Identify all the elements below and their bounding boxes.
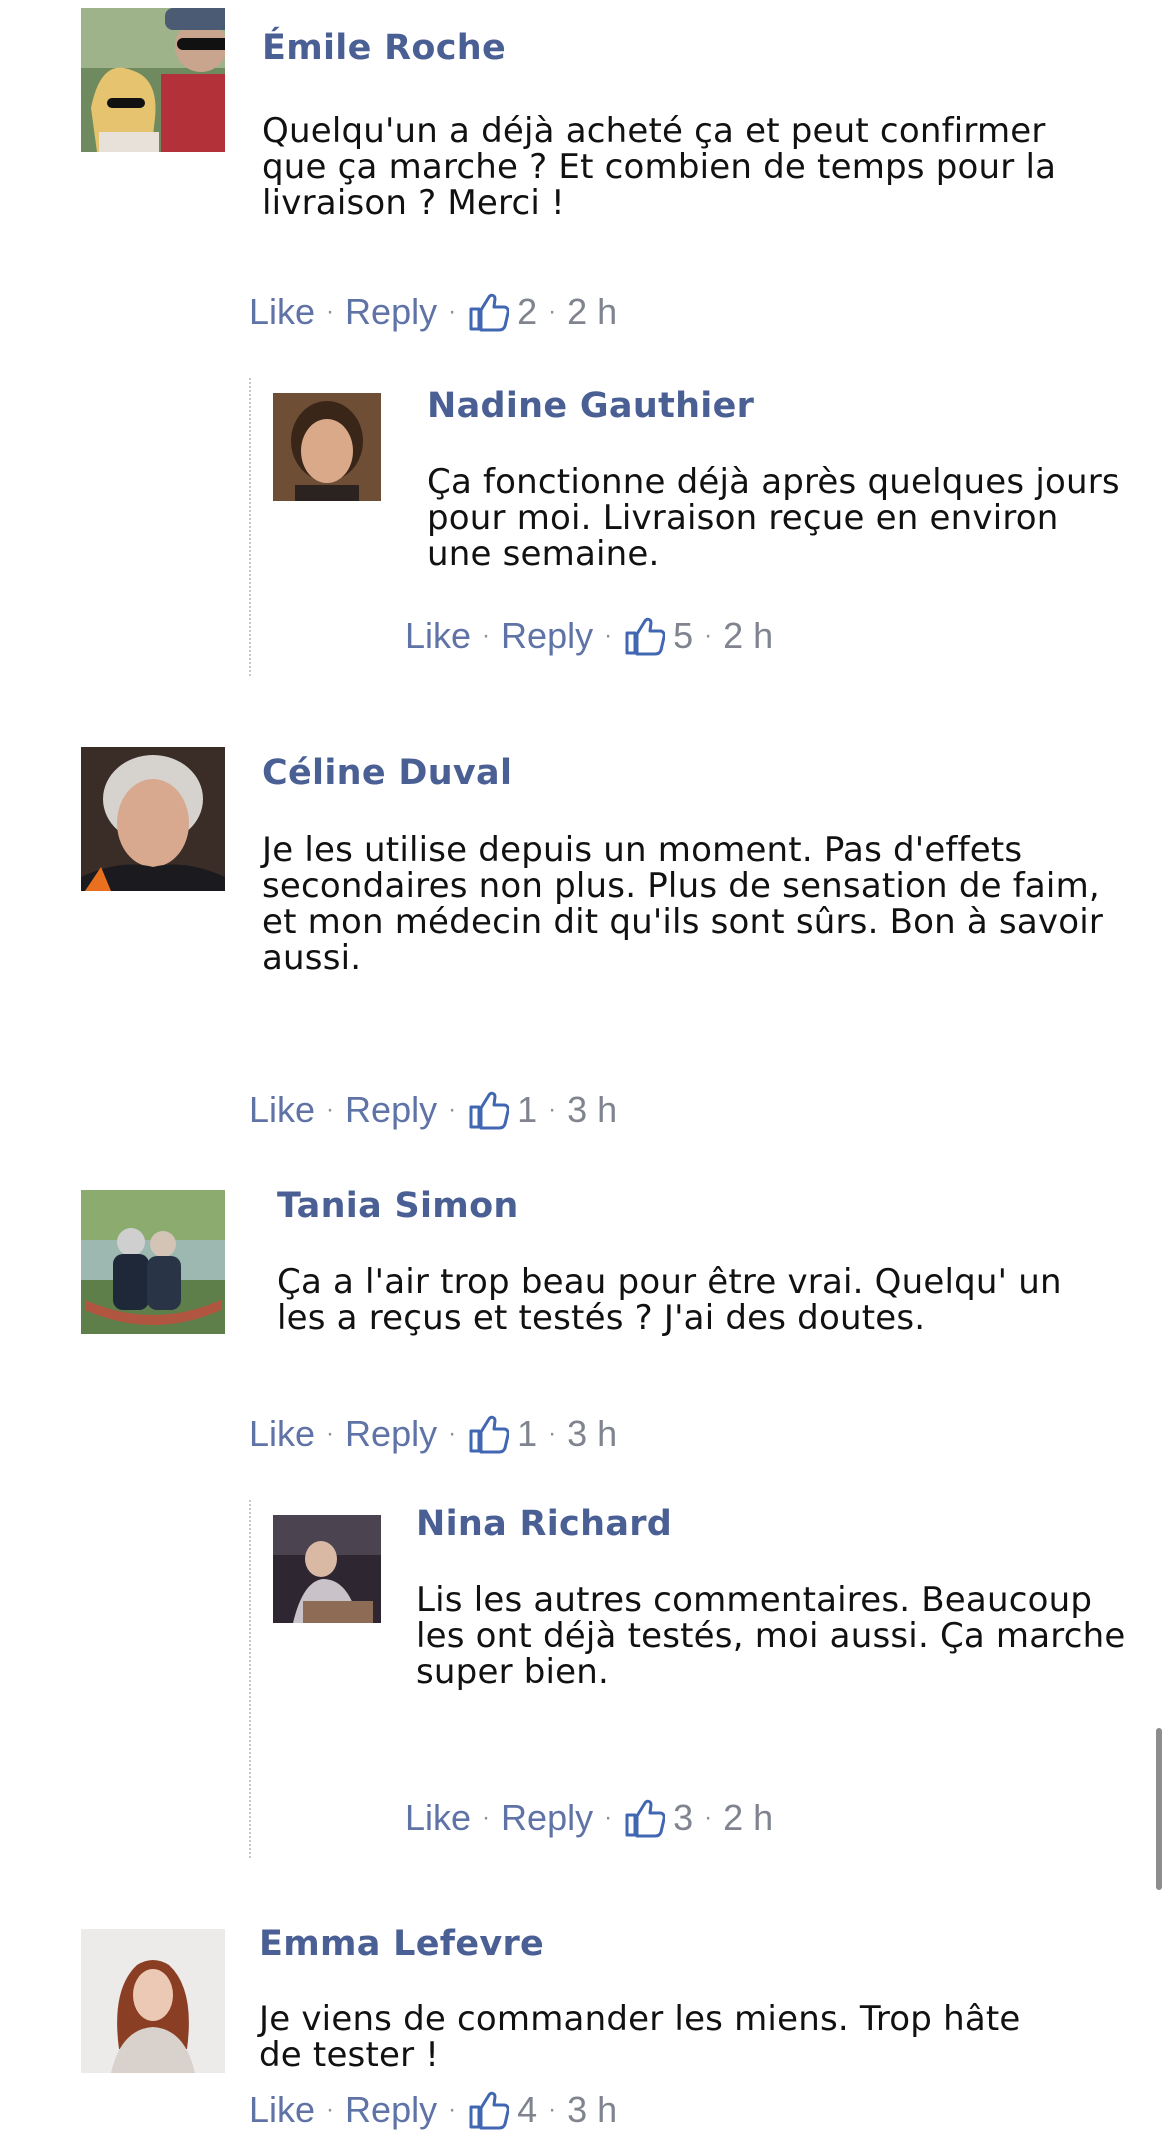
comment-author[interactable]: Emma Lefevre xyxy=(259,1924,544,1964)
avatar[interactable] xyxy=(273,393,381,501)
thumbs-up-icon xyxy=(623,615,666,657)
like-button[interactable]: Like xyxy=(249,1089,315,1131)
comment-author[interactable]: Nadine Gauthier xyxy=(427,386,754,426)
timestamp[interactable]: 3 h xyxy=(567,1089,617,1131)
comment-author[interactable]: Émile Roche xyxy=(262,28,506,68)
like-count: 4 xyxy=(517,2089,538,2130)
separator: · xyxy=(704,622,713,649)
separator: · xyxy=(326,2096,335,2123)
comment-text: Ça fonctionne déjà après quelques jours … xyxy=(427,462,1120,574)
timestamp[interactable]: 3 h xyxy=(567,2089,617,2131)
like-count: 2 xyxy=(517,291,538,332)
like-count: 1 xyxy=(517,1413,538,1454)
comment-actions: Like · Reply · 1 · 3 h xyxy=(249,1088,617,1132)
like-button[interactable]: Like xyxy=(405,615,471,657)
reply-thread-line xyxy=(249,378,251,676)
reply-button[interactable]: Reply xyxy=(345,1413,437,1455)
comment-actions: Like · Reply · 4 · 3 h xyxy=(249,2088,617,2132)
separator: · xyxy=(326,1096,335,1123)
comment-actions: Like · Reply · 2 · 2 h xyxy=(249,290,617,334)
separator: · xyxy=(448,2096,457,2123)
timestamp[interactable]: 3 h xyxy=(567,1413,617,1455)
comment-text: Je viens de commander les miens. Trop hâ… xyxy=(259,1999,1021,2075)
avatar[interactable] xyxy=(81,8,225,152)
thumbs-up-icon xyxy=(467,1089,510,1131)
reply-button[interactable]: Reply xyxy=(501,615,593,657)
comment-author[interactable]: Tania Simon xyxy=(277,1186,519,1226)
like-count: 3 xyxy=(673,1797,694,1838)
separator: · xyxy=(704,1804,713,1831)
like-button[interactable]: Like xyxy=(249,1413,315,1455)
comment-text: Quelqu'un a déjà acheté ça et peut confi… xyxy=(262,111,1057,223)
thumbs-up-icon xyxy=(467,2089,510,2131)
separator: · xyxy=(448,1096,457,1123)
avatar[interactable] xyxy=(81,1929,225,2073)
avatar[interactable] xyxy=(273,1515,381,1623)
separator: · xyxy=(448,298,457,325)
separator: · xyxy=(604,1804,613,1831)
reply-button[interactable]: Reply xyxy=(345,1089,437,1131)
avatar-photo xyxy=(81,8,225,152)
timestamp[interactable]: 2 h xyxy=(567,291,617,333)
avatar-photo xyxy=(81,1190,225,1334)
separator: · xyxy=(604,622,613,649)
reply-button[interactable]: Reply xyxy=(345,2089,437,2131)
comment-text: Je les utilise depuis un moment. Pas d'e… xyxy=(262,830,1104,978)
separator: · xyxy=(482,622,491,649)
reply-button[interactable]: Reply xyxy=(345,291,437,333)
scrollbar[interactable] xyxy=(1156,1728,1162,1890)
comment-actions: Like · Reply · 1 · 3 h xyxy=(249,1412,617,1456)
thumbs-up-icon xyxy=(467,291,510,333)
separator: · xyxy=(548,1420,557,1447)
avatar[interactable] xyxy=(81,1190,225,1334)
comment-author[interactable]: Céline Duval xyxy=(262,753,512,793)
like-button[interactable]: Like xyxy=(405,1797,471,1839)
like-button[interactable]: Like xyxy=(249,291,315,333)
separator: · xyxy=(482,1804,491,1831)
separator: · xyxy=(326,1420,335,1447)
separator: · xyxy=(548,298,557,325)
separator: · xyxy=(326,298,335,325)
separator: · xyxy=(548,2096,557,2123)
avatar[interactable] xyxy=(81,747,225,891)
avatar-photo xyxy=(81,1929,225,2073)
timestamp[interactable]: 2 h xyxy=(723,615,773,657)
comment-text: Ça a l'air trop beau pour être vrai. Que… xyxy=(277,1262,1062,1338)
separator: · xyxy=(548,1096,557,1123)
avatar-photo xyxy=(273,393,381,501)
like-count: 5 xyxy=(673,615,694,656)
comment-author[interactable]: Nina Richard xyxy=(416,1504,672,1544)
timestamp[interactable]: 2 h xyxy=(723,1797,773,1839)
comment-actions: Like · Reply · 5 · 2 h xyxy=(405,614,773,658)
thumbs-up-icon xyxy=(467,1413,510,1455)
comment-actions: Like · Reply · 3 · 2 h xyxy=(405,1796,773,1840)
avatar-photo xyxy=(81,747,225,891)
avatar-photo xyxy=(273,1515,381,1623)
like-count: 1 xyxy=(517,1089,538,1130)
reply-button[interactable]: Reply xyxy=(501,1797,593,1839)
comment-text: Lis les autres commentaires. Beaucoup le… xyxy=(416,1580,1126,1692)
thumbs-up-icon xyxy=(623,1797,666,1839)
reply-thread-line xyxy=(249,1500,251,1858)
like-button[interactable]: Like xyxy=(249,2089,315,2131)
separator: · xyxy=(448,1420,457,1447)
